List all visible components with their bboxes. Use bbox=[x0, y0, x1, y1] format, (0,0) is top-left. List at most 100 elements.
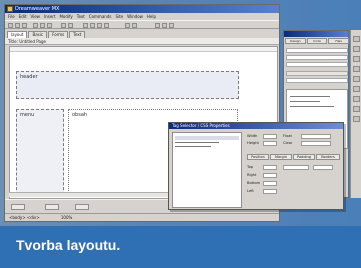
list-item bbox=[290, 106, 334, 107]
right-panel-field-2[interactable] bbox=[286, 55, 348, 60]
tab-text[interactable]: Text bbox=[69, 31, 86, 38]
panel-icon[interactable] bbox=[353, 116, 360, 122]
toolbar-redo-icon[interactable] bbox=[68, 23, 73, 28]
document-title: Title: Untitled Page bbox=[8, 39, 46, 44]
ruler bbox=[10, 47, 277, 52]
panel-icon[interactable] bbox=[353, 56, 360, 62]
screenshot-photo: Dreamweaver MX File Edit View Insert Mod… bbox=[0, 0, 361, 226]
css-rule-list[interactable] bbox=[172, 132, 242, 208]
toolbar-code-view-icon[interactable] bbox=[155, 23, 160, 28]
menu-box-label: menu bbox=[20, 112, 35, 118]
list-item bbox=[175, 146, 211, 147]
panel-icon[interactable] bbox=[353, 36, 360, 42]
panel-icon[interactable] bbox=[353, 96, 360, 102]
panel-icon[interactable] bbox=[353, 46, 360, 52]
toolbar-preview-icon[interactable] bbox=[125, 23, 130, 28]
toolbar-paste-icon[interactable] bbox=[47, 23, 52, 28]
property-field-3[interactable] bbox=[75, 204, 89, 210]
left-field[interactable] bbox=[263, 189, 277, 194]
status-bar: <body> <div> 100% bbox=[5, 213, 279, 221]
ide-title-bar: Dreamweaver MX bbox=[5, 5, 279, 13]
position-select[interactable] bbox=[283, 165, 309, 170]
menu-box[interactable]: menu bbox=[16, 109, 64, 195]
right-panel-title-bar bbox=[284, 31, 348, 37]
right-field[interactable] bbox=[263, 173, 277, 178]
menu-item-view[interactable]: View bbox=[30, 13, 40, 20]
panel-icon[interactable] bbox=[353, 76, 360, 82]
right-panel-field-1[interactable] bbox=[286, 48, 348, 53]
tab-margin[interactable]: Margin bbox=[270, 154, 292, 160]
panel-icon[interactable] bbox=[353, 106, 360, 112]
list-item[interactable] bbox=[175, 136, 239, 140]
tab-padding[interactable]: Padding bbox=[293, 154, 315, 160]
menu-item-commands[interactable]: Commands bbox=[89, 13, 112, 20]
tab-code[interactable]: Code bbox=[306, 38, 328, 44]
menu-item-modify[interactable]: Modify bbox=[59, 13, 72, 20]
right-panel-field-4[interactable] bbox=[286, 78, 348, 83]
float-select[interactable] bbox=[301, 134, 331, 139]
toolbar-layer-icon[interactable] bbox=[90, 23, 95, 28]
clear-label: Clear bbox=[283, 141, 293, 145]
app-icon bbox=[7, 6, 13, 12]
menu-item-window[interactable]: Window bbox=[127, 13, 143, 20]
tag-selector[interactable]: <body> <div> bbox=[9, 215, 40, 220]
menu-item-site[interactable]: Site bbox=[115, 13, 123, 20]
ide-title: Dreamweaver MX bbox=[15, 6, 60, 12]
top-field[interactable] bbox=[263, 165, 277, 170]
menu-item-file[interactable]: File bbox=[8, 13, 15, 20]
width-field[interactable] bbox=[263, 134, 277, 139]
property-field-2[interactable] bbox=[45, 204, 59, 210]
bottom-field[interactable] bbox=[263, 181, 277, 186]
height-label: Height bbox=[247, 141, 259, 145]
toolbar-design-view-icon[interactable] bbox=[169, 23, 174, 28]
right-icon-strip bbox=[350, 30, 361, 198]
height-field[interactable] bbox=[263, 141, 277, 146]
toolbar-image-icon[interactable] bbox=[97, 23, 102, 28]
tab-basic[interactable]: Basic bbox=[28, 31, 48, 38]
right-panel-field-3[interactable] bbox=[286, 62, 348, 67]
tab-design[interactable]: Design bbox=[285, 38, 306, 44]
toolbar-new-icon[interactable] bbox=[8, 23, 13, 28]
tab-layout[interactable]: layout bbox=[7, 31, 28, 38]
tab-position[interactable]: Position bbox=[247, 154, 269, 160]
menu-bar: File Edit View Insert Modify Text Comman… bbox=[5, 13, 279, 20]
float-label: Float bbox=[283, 134, 292, 138]
document-toolbar: Title: Untitled Page bbox=[5, 38, 279, 45]
toolbar-split-view-icon[interactable] bbox=[162, 23, 167, 28]
toolbar-link-icon[interactable] bbox=[104, 23, 109, 28]
list-item bbox=[290, 96, 330, 97]
menu-item-insert[interactable]: Insert bbox=[44, 13, 55, 20]
tab-borders[interactable]: Borders bbox=[316, 154, 340, 160]
zoom-level: 100% bbox=[60, 215, 73, 220]
toolbar bbox=[5, 20, 279, 29]
clear-select[interactable] bbox=[301, 141, 331, 146]
caption-bar: Tvorba layoutu. bbox=[0, 226, 361, 268]
css-dialog-title: Tag Selector / CSS Properties bbox=[169, 123, 343, 129]
panel-icon[interactable] bbox=[353, 86, 360, 92]
toolbar-undo-icon[interactable] bbox=[61, 23, 66, 28]
right-panel-tabs: Design Code Files bbox=[285, 38, 350, 45]
caption-text: Tvorba layoutu. bbox=[16, 237, 121, 253]
header-box[interactable]: header bbox=[16, 71, 239, 99]
bottom-label: Bottom bbox=[247, 181, 261, 185]
property-field-1[interactable] bbox=[11, 204, 25, 210]
panel-icon[interactable] bbox=[353, 66, 360, 72]
tab-forms[interactable]: Forms bbox=[48, 31, 69, 38]
css-dialog: Tag Selector / CSS Properties Width Heig… bbox=[168, 122, 344, 210]
header-box-label: header bbox=[20, 74, 38, 80]
toolbar-open-icon[interactable] bbox=[15, 23, 20, 28]
width-label: Width bbox=[247, 134, 258, 138]
toolbar-refresh-icon[interactable] bbox=[132, 23, 137, 28]
toolbar-table-icon[interactable] bbox=[83, 23, 88, 28]
zindex-field[interactable] bbox=[313, 165, 333, 170]
toolbar-copy-icon[interactable] bbox=[40, 23, 45, 28]
menu-item-edit[interactable]: Edit bbox=[19, 13, 27, 20]
right-panel-header bbox=[286, 71, 348, 76]
toolbar-save-icon[interactable] bbox=[22, 23, 27, 28]
obsah-box-label: obsah bbox=[72, 112, 88, 118]
menu-item-text[interactable]: Text bbox=[77, 13, 85, 20]
tab-files[interactable]: Files bbox=[328, 38, 350, 44]
toolbar-cut-icon[interactable] bbox=[33, 23, 38, 28]
menu-item-help[interactable]: Help bbox=[147, 13, 156, 20]
left-label: Left bbox=[247, 189, 254, 193]
